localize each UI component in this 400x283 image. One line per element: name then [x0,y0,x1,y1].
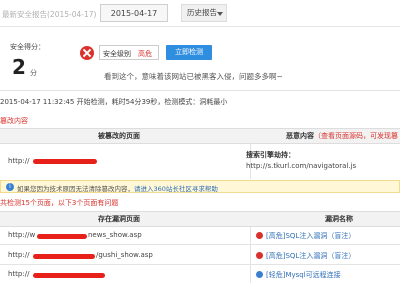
security-level-value: 高危 [138,50,152,58]
high-risk-icon [256,252,263,259]
redacted-url [33,273,105,278]
malicious-content-header-text: 恶意内容 [286,132,314,140]
score-label: 安全得分： [10,43,45,51]
low-risk-icon [256,271,263,278]
vuln-row-url[interactable]: http:// [8,270,29,278]
caret-down-icon [217,12,223,16]
score-value: 2 [12,55,26,79]
report-title: 最新安全报告(2015-04-17) [2,10,97,19]
tampered-page-header: 被篡改的页面 [98,132,140,140]
redacted-url [37,234,87,239]
help-note-text: 如果您因为技术原因无法清除篡改内容，请进入360站长社区寻求帮助 [17,183,218,193]
vuln-name-link[interactable]: [高危]SQL注入漏洞（盲注） [266,231,355,241]
row-divider [0,264,400,265]
vuln-row-url-suffix[interactable]: /gushi_show.asp [96,251,153,259]
malicious-content-header: 恶意内容（查看页面源码，可发现篡 [286,131,398,141]
vuln-table-header: 存在漏洞页面 漏洞名称 [0,211,400,227]
column-divider [250,226,251,283]
vuln-name-header: 漏洞名称 [325,215,353,223]
community-help-link[interactable]: 请进入360站长社区寻求帮助 [134,185,218,193]
detect-now-button[interactable]: 立即检测 [166,45,212,60]
info-icon: i [6,183,14,191]
search-hijack-label: 搜索引擎劫持： [246,151,295,159]
vuln-row-url[interactable]: http:// [8,251,29,259]
tamper-table-header: 被篡改的页面 恶意内容（查看页面源码，可发现篡 [0,128,400,144]
vuln-row-url-prefix: http://w [8,231,36,239]
redacted-url [33,254,95,259]
high-risk-icon [256,232,263,239]
vuln-name-link[interactable]: [高危]SQL注入漏洞（盲注） [266,251,355,261]
search-hijack-url: http://s.tkurl.com/navigatoral.js [246,162,357,170]
redacted-url [33,159,97,164]
scan-meta: 2015-04-17 11:32:45 开始检测，耗时54分39秒，检测模式：洞… [0,98,228,106]
view-source-link[interactable]: （查看页面源码，可发现篡 [314,132,398,140]
help-note: i 如果您因为技术原因无法清除篡改内容，请进入360站长社区寻求帮助 [0,180,400,193]
vuln-page-header: 存在漏洞页面 [98,215,140,223]
vuln-row-url[interactable]: http://w [8,231,35,239]
danger-x-icon [80,46,94,60]
row-divider [0,244,400,245]
divider [0,90,400,91]
security-level-label: 安全级别 [103,50,131,58]
column-divider [250,143,251,179]
found-summary: 共检测15个页面，以下3个页面有问题 [0,199,119,207]
history-report-label: 历史报告 [187,8,217,17]
history-report-dropdown[interactable]: 历史报告 [181,4,227,22]
score-unit: 分 [30,69,37,77]
tampered-content-label: 篡改内容 [0,117,28,125]
security-level-badge: 安全级别 高危 [99,45,159,60]
vuln-row-url-suffix[interactable]: news_show.asp [88,231,142,239]
help-note-body: 如果您因为技术原因无法清除篡改内容， [17,185,134,193]
warning-message: 看到这个，意味着该网站已被黑客入侵，问题多多啊~ [104,72,283,81]
tampered-page-url[interactable]: http:// [8,157,29,165]
date-selector[interactable]: 2015-04-17 [100,4,168,22]
vuln-name-link[interactable]: [轻危]Mysql可远程连接 [266,270,341,280]
